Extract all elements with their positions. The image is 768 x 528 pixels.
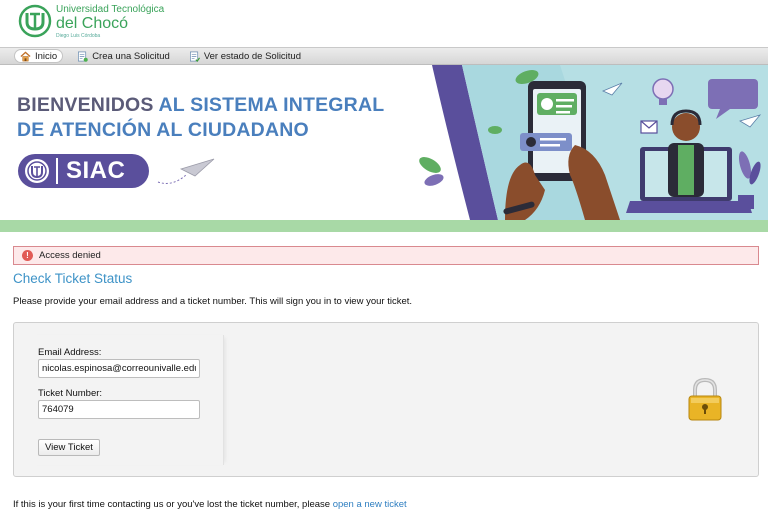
banner-title: BIENVENIDOS AL SISTEMA INTEGRAL DE ATENC… (17, 93, 384, 143)
site-header: Universidad Tecnológica del Chocó Diego … (0, 0, 768, 47)
view-ticket-button[interactable]: View Ticket (38, 439, 100, 456)
university-logo[interactable]: Universidad Tecnológica del Chocó Diego … (18, 4, 164, 39)
siac-divider (56, 158, 58, 184)
banner-bottom-band (0, 220, 768, 232)
alert-text: Access denied (39, 250, 101, 261)
nav-label-ver-estado: Ver estado de Solicitud (203, 50, 302, 62)
nav-item-crea-solicitud[interactable]: Crea una Solicitud (72, 49, 175, 63)
siac-seal-icon (25, 159, 49, 183)
check-status-form: Email Address: Ticket Number: View Ticke… (28, 335, 224, 465)
nav-item-ver-estado[interactable]: Ver estado de Solicitud (184, 49, 306, 63)
logo-line-3: Diego Luis Córdoba (56, 33, 101, 39)
open-new-ticket-link[interactable]: open a new ticket (333, 499, 407, 510)
error-icon: ! (22, 250, 33, 261)
welcome-banner: BIENVENIDOS AL SISTEMA INTEGRAL DE ATENC… (0, 65, 768, 220)
lock-icon (688, 377, 722, 421)
siac-badge: SIAC (18, 154, 149, 188)
utch-logo-icon (18, 4, 52, 38)
ticket-status-icon (189, 51, 200, 62)
email-field[interactable] (38, 359, 200, 378)
ticket-number-field[interactable] (38, 400, 200, 419)
page-title: Check Ticket Status (13, 271, 133, 286)
new-ticket-icon (78, 51, 88, 62)
logo-line-1: Universidad Tecnológica (56, 4, 165, 15)
ticket-number-label: Ticket Number: (38, 388, 103, 399)
nav-label-inicio: Inicio (35, 50, 58, 62)
intro-text: Please provide your email address and a … (13, 296, 413, 307)
footer-text: If this is your first time contacting us… (13, 499, 333, 510)
siac-badge-text: SIAC (66, 157, 126, 184)
nav-item-inicio[interactable]: Inicio (14, 49, 64, 63)
logo-line-2: del Chocó (56, 15, 129, 32)
check-status-panel: Email Address: Ticket Number: View Ticke… (13, 322, 759, 477)
error-alert: ! Access denied (13, 246, 759, 265)
banner-title-part1: BIENVENIDOS (17, 94, 159, 116)
main-nav: Inicio Crea una Solicitud Ver estado de … (0, 47, 768, 65)
banner-title-part2: AL SISTEMA INTEGRAL (158, 94, 385, 116)
home-icon (20, 51, 31, 61)
banner-title-line2: DE ATENCIÓN AL CIUDADANO (17, 119, 309, 141)
nav-label-crea-solicitud: Crea una Solicitud (92, 50, 170, 62)
footer-note: If this is your first time contacting us… (13, 499, 407, 510)
email-label: Email Address: (38, 347, 102, 358)
